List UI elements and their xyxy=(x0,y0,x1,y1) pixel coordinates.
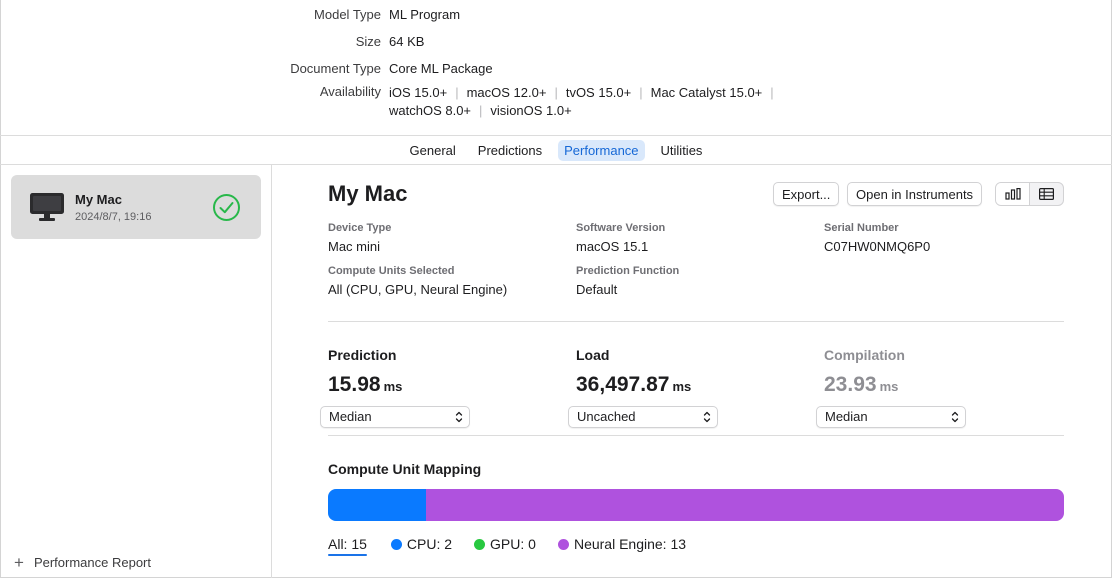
unit-label: ms xyxy=(383,379,403,394)
unit-label: ms xyxy=(672,379,692,394)
meta-key: Size xyxy=(355,34,381,49)
compute-unit-mapping-bar xyxy=(328,489,1064,521)
meta-value: Core ML Package xyxy=(389,61,493,76)
chevron-up-down-icon xyxy=(703,411,711,423)
compute-units-value: All (CPU, GPU, Neural Engine) xyxy=(328,282,508,297)
device-name: My Mac xyxy=(75,192,122,207)
availability-list: iOS 15.0+ | macOS 12.0+ | tvOS 15.0+ | Mac Cat… xyxy=(389,84,809,120)
availability-item: tvOS 15.0+ xyxy=(565,85,632,100)
serial-number-label: Serial Number xyxy=(824,222,899,234)
checkmark-circle-icon xyxy=(213,194,240,221)
neural-engine-segment[interactable] xyxy=(426,489,1064,521)
compilation-number: 23.93 xyxy=(824,373,877,396)
select-value: Median xyxy=(329,409,372,424)
mac-mini-display-icon xyxy=(30,193,64,221)
table-icon xyxy=(1039,188,1054,200)
availability-item: watchOS 8.0+ xyxy=(389,103,472,118)
unit-label: ms xyxy=(879,379,899,394)
cpu-segment[interactable] xyxy=(328,489,427,521)
meta-value: 64 KB xyxy=(389,34,425,49)
meta-key: Availability xyxy=(319,84,381,99)
chart-view-toggle[interactable] xyxy=(996,183,1030,205)
performance-report-label: Performance Report xyxy=(33,555,151,570)
neural-engine-color-dot xyxy=(557,538,569,550)
model-metadata: Model Type ML Program Size 64 KB Documen… xyxy=(0,0,1112,136)
compute-units-label: Compute Units Selected xyxy=(328,265,455,277)
device-date: 2024/8/7, 19:16 xyxy=(75,211,152,223)
separator: | xyxy=(479,103,483,118)
select-value: Uncached xyxy=(577,409,636,424)
divider xyxy=(328,435,1064,436)
availability-item: macOS 12.0+ xyxy=(466,85,547,100)
tab-utilities[interactable]: Utilities xyxy=(655,140,709,161)
legend-neural-engine-label: Neural Engine: 13 xyxy=(573,536,687,552)
meta-row-model-type: Model Type ML Program xyxy=(0,3,1112,23)
open-in-instruments-button[interactable]: Open in Instruments xyxy=(847,182,983,206)
availability-item: iOS 15.0+ xyxy=(389,85,448,100)
chevron-up-down-icon xyxy=(951,411,959,423)
meta-row-size: Size 64 KB xyxy=(0,30,1112,50)
legend-gpu-filter[interactable]: GPU: 0 xyxy=(474,536,536,552)
compilation-label: Compilation xyxy=(824,347,905,363)
availability-item: Mac Catalyst 15.0+ xyxy=(650,85,763,100)
table-view-toggle[interactable] xyxy=(1030,183,1063,205)
gpu-color-dot xyxy=(474,538,486,550)
select-value: Median xyxy=(825,409,868,424)
compilation-statistic-select[interactable]: Median xyxy=(816,406,966,428)
performance-detail: My Mac Export... Open in Instruments Dev… xyxy=(272,165,1112,578)
software-version-label: Software Version xyxy=(576,222,666,234)
meta-value: ML Program xyxy=(389,7,461,22)
compilation-value: 23.93 ms xyxy=(824,373,898,397)
compute-unit-legend: All: 15 CPU: 2 GPU: 0 Neural Engine: 13 xyxy=(328,532,708,556)
tab-bar: General Predictions Performance Utilitie… xyxy=(0,136,1112,164)
device-type-value: Mac mini xyxy=(328,239,381,254)
load-cache-select[interactable]: Uncached xyxy=(568,406,718,428)
prediction-function-value: Default xyxy=(576,282,618,297)
page-title: My Mac xyxy=(328,181,408,206)
legend-gpu-label: GPU: 0 xyxy=(490,536,536,552)
availability-item: visionOS 1.0+ xyxy=(490,103,572,118)
prediction-number: 15.98 xyxy=(328,373,381,396)
separator: | xyxy=(554,85,558,100)
legend-cpu-filter[interactable]: CPU: 2 xyxy=(390,536,453,552)
legend-cpu-label: CPU: 2 xyxy=(406,536,453,552)
prediction-value: 15.98 ms xyxy=(328,373,402,397)
legend-neural-engine-filter[interactable]: Neural Engine: 13 xyxy=(557,536,687,552)
load-label: Load xyxy=(576,347,610,363)
load-value: 36,497.87 ms xyxy=(576,373,691,397)
plus-icon: + xyxy=(14,552,24,572)
export-button[interactable]: Export... xyxy=(773,182,840,206)
add-performance-report-button[interactable]: + Performance Report xyxy=(14,552,151,572)
tab-predictions[interactable]: Predictions xyxy=(472,140,548,161)
compute-unit-mapping-title: Compute Unit Mapping xyxy=(328,461,482,477)
cpu-color-dot xyxy=(390,538,402,550)
meta-row-document-type: Document Type Core ML Package xyxy=(0,57,1112,77)
bar-chart-icon xyxy=(1004,188,1021,200)
prediction-statistic-select[interactable]: Median xyxy=(320,406,470,428)
separator: | xyxy=(639,85,643,100)
software-version-value: macOS 15.1 xyxy=(576,239,649,254)
sidebar: My Mac 2024/8/7, 19:16 + Performance Rep… xyxy=(0,165,272,578)
meta-key: Document Type xyxy=(290,61,381,76)
device-type-label: Device Type xyxy=(328,222,392,234)
tab-general[interactable]: General xyxy=(404,140,462,161)
tab-performance[interactable]: Performance xyxy=(558,139,645,161)
sidebar-item-my-mac[interactable]: My Mac 2024/8/7, 19:16 xyxy=(11,175,261,239)
chevron-up-down-icon xyxy=(455,411,463,423)
prediction-label: Prediction xyxy=(328,347,397,363)
load-number: 36,497.87 xyxy=(576,373,670,396)
divider xyxy=(328,321,1064,322)
meta-key: Model Type xyxy=(314,7,381,22)
prediction-function-label: Prediction Function xyxy=(576,265,680,277)
serial-number-value: C07HW0NMQ6P0 xyxy=(824,239,931,254)
separator: | xyxy=(770,85,774,100)
legend-all-filter[interactable]: All: 15 xyxy=(328,536,367,556)
separator: | xyxy=(455,85,459,100)
view-mode-segmented-control xyxy=(995,182,1064,206)
